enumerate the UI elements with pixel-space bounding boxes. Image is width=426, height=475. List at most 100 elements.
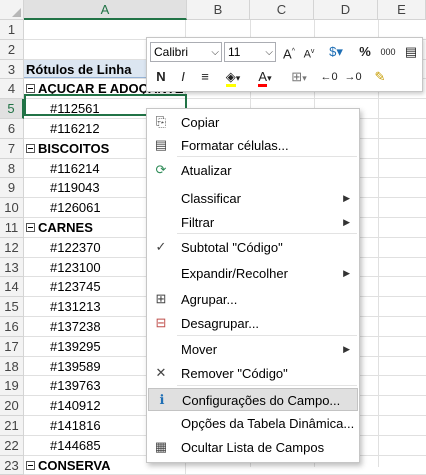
row-header-20[interactable]: 20 — [0, 396, 24, 416]
menu-item-label: Expandir/Recolher — [181, 266, 288, 281]
row-header-5[interactable]: 5 — [0, 99, 24, 119]
menu-item-formatar-c-lulas[interactable]: ▤ Formatar células... — [148, 134, 358, 157]
row-header-12[interactable]: 12 — [0, 237, 24, 258]
select-all-corner[interactable] — [0, 0, 24, 20]
row-header-7[interactable]: 7 — [0, 138, 24, 159]
pivot-item-label: #141816 — [50, 418, 101, 433]
row-header-14[interactable]: 14 — [0, 277, 24, 298]
refresh-icon: ⟳ — [155, 162, 167, 177]
collapse-toggle-icon[interactable] — [26, 143, 35, 153]
row-header-2[interactable]: 2 — [0, 39, 24, 60]
column-header-d[interactable]: D — [314, 0, 378, 20]
pivot-group-label: BISCOITOS — [38, 140, 110, 156]
menu-item-label: Atualizar — [181, 163, 232, 178]
mini-toolbar: Calibri ⌵ 11 ⌵ A^ Av $▾ % 000 ▤ N I ≡ ◈▾ A… — [146, 37, 423, 92]
chevron-down-icon: ⌵ — [211, 47, 219, 58]
format-painter-table-icon[interactable]: ▤ — [402, 42, 420, 62]
pivot-item-label: #139589 — [50, 358, 101, 374]
row-header-10[interactable]: 10 — [0, 198, 24, 218]
decrease-decimal-icon[interactable]: →0 — [343, 67, 363, 87]
clear-format-brush-icon[interactable]: ✎ — [369, 67, 391, 87]
collapse-toggle-icon[interactable] — [26, 223, 35, 232]
accounting-format-icon[interactable]: $▾ — [321, 42, 351, 62]
menu-item-mover[interactable]: Mover ▶ — [148, 338, 358, 361]
font-size-combo[interactable]: 11 ⌵ — [224, 42, 276, 62]
italic-button[interactable]: I — [174, 67, 192, 87]
shrink-font-button[interactable]: Av — [300, 42, 318, 62]
menu-item-subtotal-c-digo[interactable]: ✓ Subtotal "Código" — [148, 236, 358, 259]
row-header-4[interactable]: 4 — [0, 79, 24, 100]
row-header-15[interactable]: 15 — [0, 297, 24, 317]
pivot-item-label: #140912 — [50, 398, 101, 414]
font-name-combo[interactable]: Calibri ⌵ — [150, 42, 222, 62]
font-color-icon[interactable]: A▾ — [251, 67, 279, 87]
column-header-b[interactable]: B — [187, 0, 250, 20]
field-list-icon: ▦ — [154, 439, 168, 454]
menu-separator — [177, 385, 357, 386]
percent-button[interactable]: % — [356, 42, 374, 62]
row-header-1[interactable]: 1 — [0, 20, 24, 40]
pivot-item-label: #123745 — [50, 279, 101, 295]
row-header-19[interactable]: 19 — [0, 376, 24, 397]
grow-font-button[interactable]: A^ — [280, 42, 298, 62]
row-header-23[interactable]: 23 — [0, 455, 24, 475]
field-settings-icon: ℹ — [159, 392, 165, 407]
submenu-arrow-icon: ▶ — [343, 268, 350, 278]
menu-separator — [177, 233, 357, 234]
pivot-item-label: #119043 — [50, 180, 100, 196]
thousands-separator-button[interactable]: 000 — [377, 42, 399, 62]
cell-a1[interactable] — [24, 20, 186, 39]
menu-item-expandir-recolher[interactable]: Expandir/Recolher ▶ — [148, 262, 358, 285]
column-header-a[interactable]: A — [24, 0, 187, 20]
row-header-18[interactable]: 18 — [0, 356, 24, 377]
check-icon: ✓ — [155, 239, 167, 254]
menu-item-label: Configurações do Campo... — [182, 393, 341, 408]
group-icon: ⊞ — [155, 291, 167, 306]
copy-icon: ⎘ — [155, 114, 167, 129]
submenu-arrow-icon: ▶ — [343, 217, 350, 227]
borders-icon[interactable]: ⊞▾ — [285, 67, 313, 87]
chevron-down-icon: ⌵ — [265, 47, 273, 58]
menu-item-label: Filtrar — [181, 215, 215, 230]
menu-item-label: Remover "Código" — [181, 366, 288, 381]
row-header-6[interactable]: 6 — [0, 119, 24, 139]
column-header-c[interactable]: C — [250, 0, 314, 20]
pivot-item-label: #137238 — [50, 319, 101, 334]
menu-item-op-es-da-tabela-din-mica[interactable]: Opções da Tabela Dinâmica... — [148, 412, 358, 435]
menu-item-ocultar-lista-de-campos[interactable]: ▦ Ocultar Lista de Campos — [148, 436, 358, 459]
row-header-9[interactable]: 9 — [0, 178, 24, 199]
collapse-toggle-icon[interactable] — [26, 460, 35, 470]
menu-item-remover-c-digo[interactable]: ✕ Remover "Código" — [148, 362, 358, 385]
menu-item-atualizar[interactable]: ⟳ Atualizar — [148, 159, 358, 182]
align-center-icon[interactable]: ≡ — [196, 67, 214, 87]
column-header-e[interactable]: E — [378, 0, 426, 20]
pivot-item-label: #126061 — [50, 200, 101, 216]
menu-item-configura-es-do-campo[interactable]: ℹ Configurações do Campo... — [148, 388, 358, 411]
pivot-item-label: #131213 — [50, 299, 101, 315]
row-header-21[interactable]: 21 — [0, 416, 24, 436]
row-header-22[interactable]: 22 — [0, 435, 24, 456]
fill-color-icon[interactable]: ◈▾ — [219, 67, 247, 87]
menu-item-classificar[interactable]: Classificar ▶ — [148, 187, 358, 210]
submenu-arrow-icon: ▶ — [343, 344, 350, 354]
bold-button[interactable]: N — [152, 67, 170, 87]
row-header-13[interactable]: 13 — [0, 257, 24, 278]
menu-item-label: Opções da Tabela Dinâmica... — [181, 416, 355, 431]
row-header-16[interactable]: 16 — [0, 317, 24, 337]
pivot-group-label: CARNES — [38, 220, 93, 235]
menu-item-filtrar[interactable]: Filtrar ▶ — [148, 211, 358, 234]
pivot-item-label: #123100 — [50, 259, 101, 275]
row-header-3[interactable]: 3 — [0, 59, 24, 80]
menu-item-copiar[interactable]: ⎘ Copiar — [148, 111, 358, 134]
row-header-17[interactable]: 17 — [0, 336, 24, 357]
menu-item-label: Agrupar... — [181, 292, 238, 307]
increase-decimal-icon[interactable]: ←0 — [319, 67, 339, 87]
row-header-11[interactable]: 11 — [0, 218, 24, 238]
menu-item-agrupar[interactable]: ⊞ Agrupar... — [148, 288, 358, 311]
row-header-8[interactable]: 8 — [0, 158, 24, 179]
collapse-toggle-icon[interactable] — [26, 84, 35, 94]
menu-item-label: Desagrupar... — [181, 316, 260, 331]
format-cells-icon: ▤ — [154, 137, 168, 152]
menu-item-desagrupar[interactable]: ⊟ Desagrupar... — [148, 312, 358, 335]
menu-item-label: Classificar — [181, 191, 241, 206]
